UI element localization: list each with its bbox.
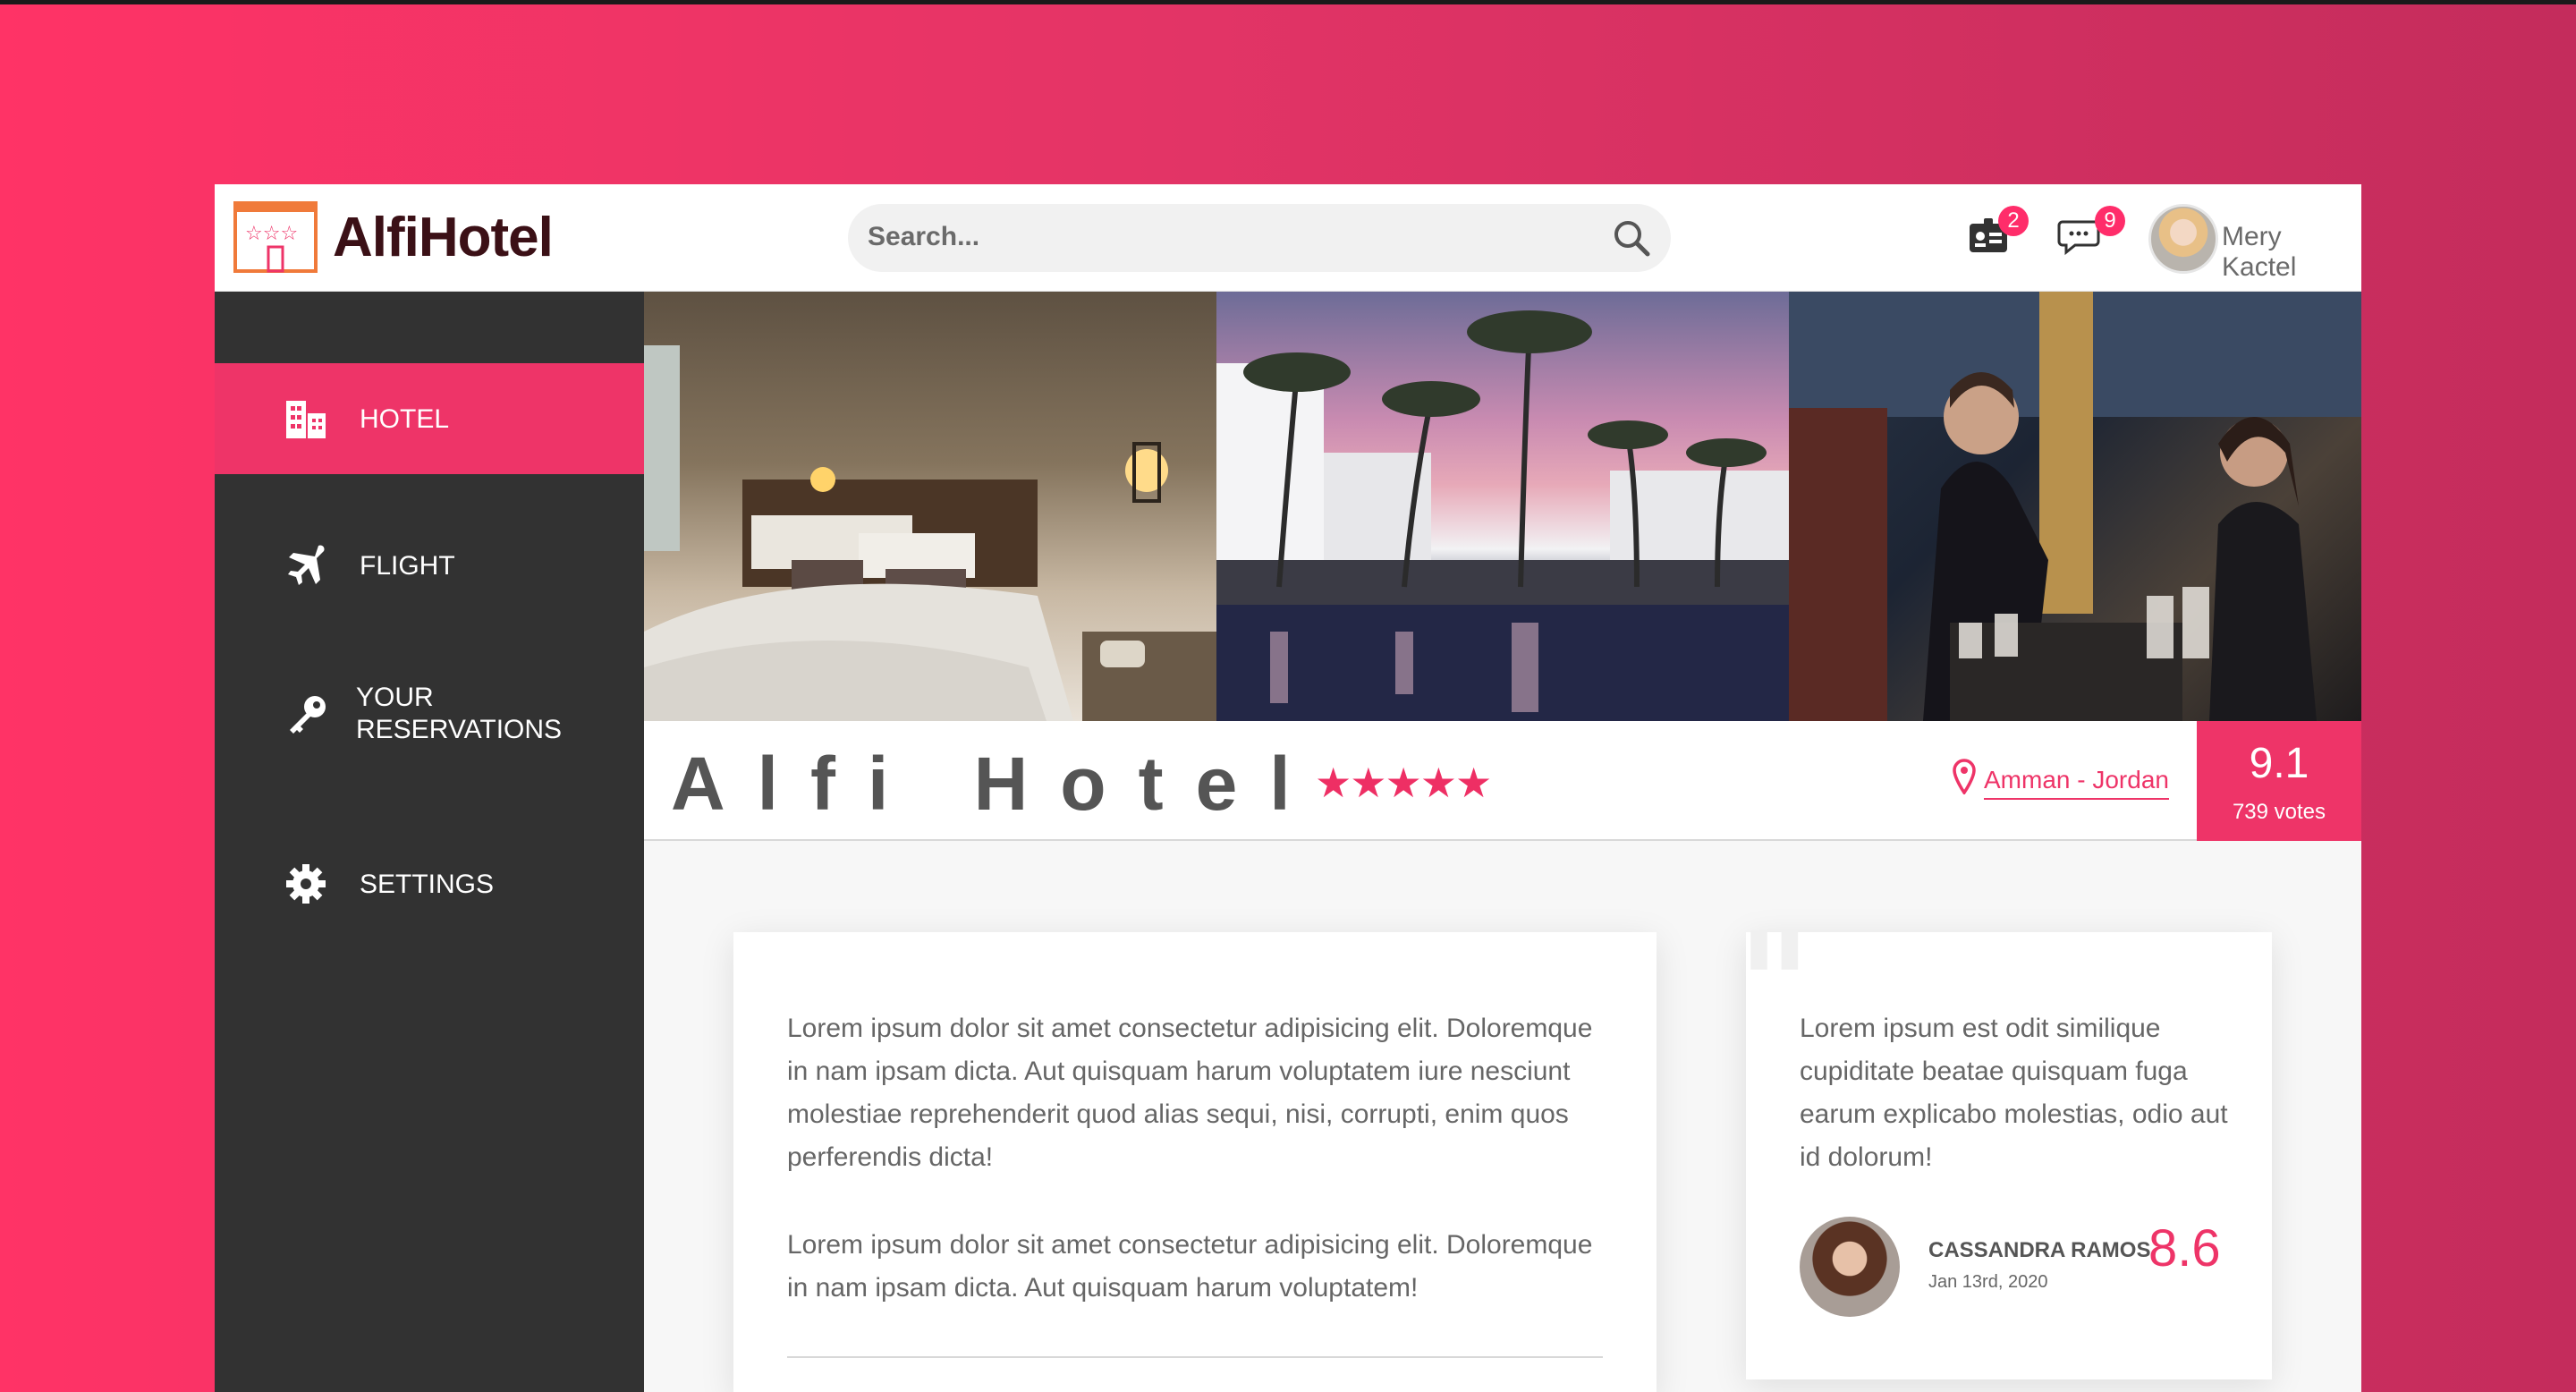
gear-icon <box>286 864 326 904</box>
sidebar-item-reservations[interactable]: YOUR RESERVATIONS <box>215 660 644 771</box>
tickets-badge: 2 <box>1998 206 2029 236</box>
photo-pool[interactable] <box>1216 292 1789 721</box>
user-name[interactable]: Mery Kactel <box>2222 222 2361 283</box>
hotel-name: Alfi Hotel <box>671 742 1323 826</box>
photo-bar[interactable] <box>1789 292 2361 721</box>
location-pin-icon <box>1953 759 1976 794</box>
svg-text:☆☆☆: ☆☆☆ <box>245 222 298 244</box>
plane-icon <box>288 545 325 585</box>
sidebar-item-label: SETTINGS <box>360 870 495 899</box>
sidebar-item-hotel[interactable]: HOTEL <box>215 363 644 474</box>
score-box: 9.1 739 votes <box>2197 721 2361 841</box>
review-text: Lorem ipsum est odit similique cupiditat… <box>1800 1014 2228 1172</box>
search-bar[interactable]: Search... <box>848 204 1671 272</box>
sidebar-item-settings[interactable]: SETTINGS <box>215 828 644 939</box>
tickets-button[interactable]: 2 <box>1968 206 2029 261</box>
sidebar-item-flight[interactable]: FLIGHT <box>215 510 644 621</box>
review-score: 8.6 <box>2148 1219 2221 1277</box>
hotel-logo-icon: ☆☆☆ <box>233 201 318 273</box>
sidebar: HOTEL FLIGHT YOUR RESERVATIONS SETTINGS <box>215 292 644 1392</box>
brand-name[interactable]: AlfiHotel <box>333 206 554 269</box>
hotel-title-bar: Alfi Hotel ★★★★★ Amman - Jordan 9.1 739 … <box>644 721 2361 841</box>
review-date: Jan 13rd, 2020 <box>1928 1272 2048 1292</box>
photo-bedroom[interactable] <box>644 292 1216 721</box>
hotel-votes: 739 votes <box>2232 800 2326 824</box>
description-card: Lorem ipsum dolor sit amet consectetur a… <box>733 932 1657 1392</box>
top-header: ☆☆☆ AlfiHotel Search... 2 9 Mery Kactel <box>215 184 2361 292</box>
photo-gallery <box>644 292 2361 721</box>
building-icon <box>286 401 326 438</box>
messages-button[interactable]: 9 <box>2057 206 2125 261</box>
description-paragraph: Lorem ipsum dolor sit amet consectetur a… <box>787 1230 1593 1303</box>
reviewer-name: CASSANDRA RAMOS <box>1928 1238 2151 1262</box>
description-paragraph: Lorem ipsum dolor sit amet consectetur a… <box>787 1014 1593 1172</box>
app-window: ☆☆☆ AlfiHotel Search... 2 9 Mery Kactel … <box>215 184 2361 1392</box>
sidebar-item-label: YOUR RESERVATIONS <box>356 682 589 746</box>
divider <box>787 1356 1603 1358</box>
search-icon[interactable] <box>1610 216 1653 259</box>
star-rating: ★★★★★ <box>1315 760 1492 806</box>
sidebar-item-label: FLIGHT <box>360 551 455 581</box>
user-avatar[interactable] <box>2148 204 2218 274</box>
reviewer-avatar <box>1800 1217 1900 1317</box>
hotel-location-link[interactable]: Amman - Jordan <box>1984 766 2169 800</box>
messages-badge: 9 <box>2095 206 2125 236</box>
search-input[interactable]: Search... <box>868 222 979 252</box>
hotel-score: 9.1 <box>2249 740 2309 787</box>
sidebar-item-label: HOTEL <box>360 404 450 434</box>
review-card: " Lorem ipsum est odit similique cupidit… <box>1737 902 2272 1379</box>
reservations-label: YOUR RESERVATIONS <box>356 683 563 744</box>
key-icon <box>290 696 326 734</box>
top-border-line <box>0 0 2576 4</box>
